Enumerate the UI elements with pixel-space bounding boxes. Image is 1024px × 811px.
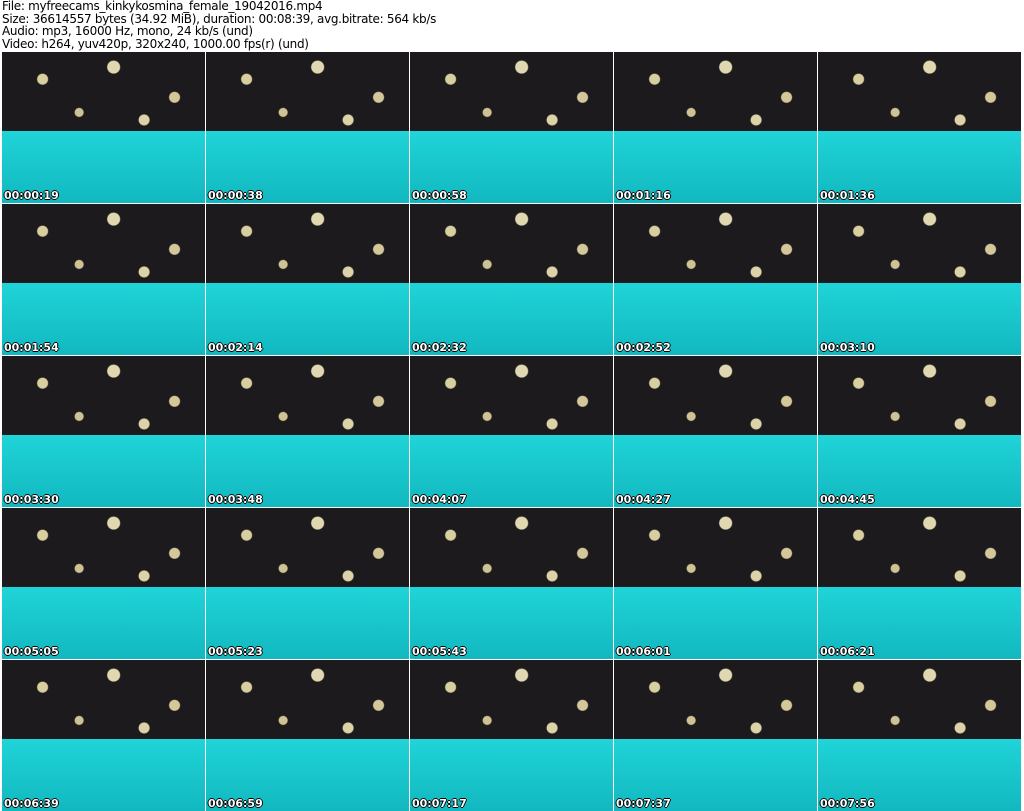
timestamp: 00:06:21 bbox=[820, 645, 875, 658]
timestamp: 00:06:59 bbox=[208, 797, 263, 810]
video-info: Video: h264, yuv420p, 320x240, 1000.00 f… bbox=[2, 36, 309, 51]
video-thumbnail: 00:00:58 bbox=[410, 52, 613, 203]
timestamp: 00:07:37 bbox=[616, 797, 671, 810]
timestamp: 00:04:45 bbox=[820, 493, 875, 506]
video-thumbnail: 00:02:52 bbox=[614, 204, 817, 355]
timestamp: 00:03:48 bbox=[208, 493, 263, 506]
timestamp: 00:00:58 bbox=[412, 189, 467, 202]
timestamp: 00:01:54 bbox=[4, 341, 59, 354]
video-thumbnail: 00:05:23 bbox=[206, 508, 409, 659]
timestamp: 00:00:38 bbox=[208, 189, 263, 202]
video-thumbnail: 00:01:16 bbox=[614, 52, 817, 203]
video-thumbnail: 00:04:27 bbox=[614, 356, 817, 507]
video-thumbnail: 00:05:05 bbox=[2, 508, 205, 659]
video-thumbnail: 00:04:07 bbox=[410, 356, 613, 507]
timestamp: 00:01:16 bbox=[616, 189, 671, 202]
timestamp: 00:02:52 bbox=[616, 341, 671, 354]
thumbnail-grid: 00:00:19 00:00:38 00:00:58 00:01:16 00:01:36… bbox=[2, 52, 1021, 811]
timestamp: 00:04:27 bbox=[616, 493, 671, 506]
video-thumbnail: 00:04:45 bbox=[818, 356, 1021, 507]
video-thumbnail: 00:07:56 bbox=[818, 660, 1021, 811]
video-thumbnail: 00:02:32 bbox=[410, 204, 613, 355]
video-thumbnail: 00:03:48 bbox=[206, 356, 409, 507]
timestamp: 00:01:36 bbox=[820, 189, 875, 202]
video-thumbnail: 00:07:37 bbox=[614, 660, 817, 811]
timestamp: 00:03:30 bbox=[4, 493, 59, 506]
video-thumbnail: 00:01:54 bbox=[2, 204, 205, 355]
video-thumbnail: 00:01:36 bbox=[818, 52, 1021, 203]
video-thumbnail: 00:02:14 bbox=[206, 204, 409, 355]
file-name: File: myfreecams_kinkykosmina_female_190… bbox=[2, 0, 323, 13]
timestamp: 00:07:56 bbox=[820, 797, 875, 810]
timestamp: 00:06:01 bbox=[616, 645, 671, 658]
video-thumbnail: 00:06:01 bbox=[614, 508, 817, 659]
timestamp: 00:00:19 bbox=[4, 189, 59, 202]
timestamp: 00:02:14 bbox=[208, 341, 263, 354]
timestamp: 00:05:43 bbox=[412, 645, 467, 658]
video-thumbnail: 00:00:19 bbox=[2, 52, 205, 203]
timestamp: 00:05:23 bbox=[208, 645, 263, 658]
video-thumbnail: 00:05:43 bbox=[410, 508, 613, 659]
timestamp: 00:06:39 bbox=[4, 797, 59, 810]
timestamp: 00:03:10 bbox=[820, 341, 875, 354]
file-info-header: File: myfreecams_kinkykosmina_female_190… bbox=[2, 0, 436, 50]
video-thumbnail: 00:06:59 bbox=[206, 660, 409, 811]
video-thumbnail: 00:00:38 bbox=[206, 52, 409, 203]
timestamp: 00:04:07 bbox=[412, 493, 467, 506]
timestamp: 00:07:17 bbox=[412, 797, 467, 810]
audio-info: Audio: mp3, 16000 Hz, mono, 24 kb/s (und… bbox=[2, 24, 253, 38]
video-thumbnail: 00:06:21 bbox=[818, 508, 1021, 659]
video-thumbnail: 00:03:30 bbox=[2, 356, 205, 507]
timestamp: 00:02:32 bbox=[412, 341, 467, 354]
video-thumbnail: 00:03:10 bbox=[818, 204, 1021, 355]
video-thumbnail: 00:06:39 bbox=[2, 660, 205, 811]
timestamp: 00:05:05 bbox=[4, 645, 59, 658]
video-thumbnail: 00:07:17 bbox=[410, 660, 613, 811]
